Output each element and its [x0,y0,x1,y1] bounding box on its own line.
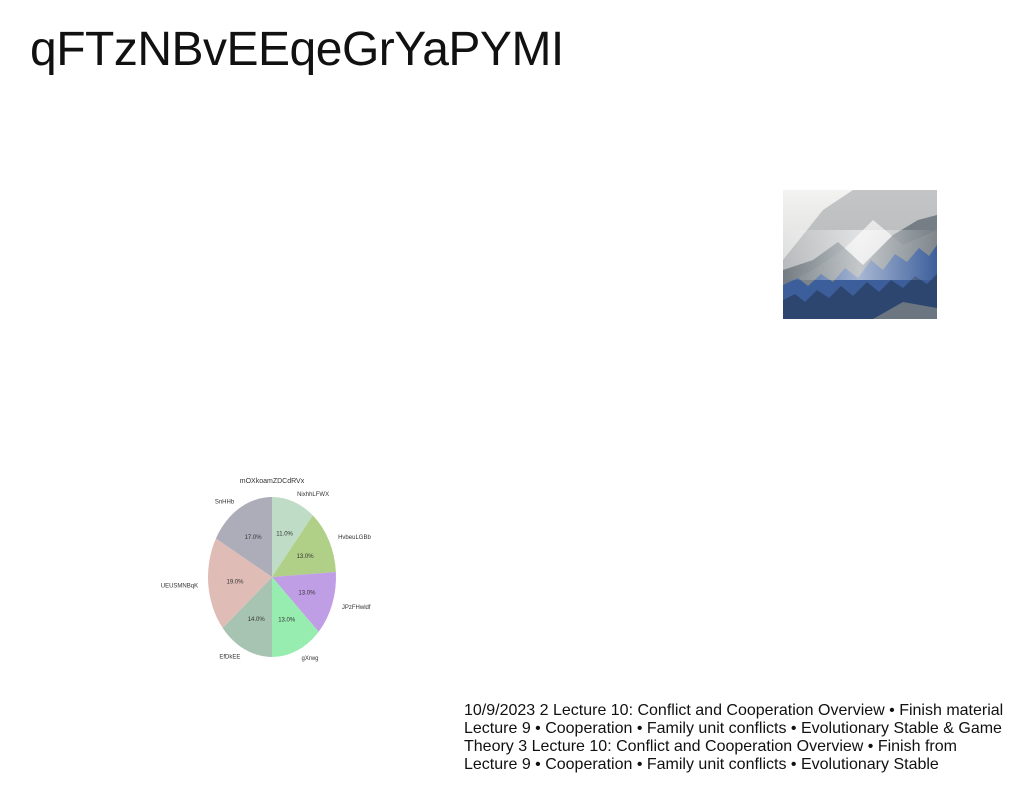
slide-body-text: 10/9/2023 2 Lecture 10: Conflict and Coo… [464,702,1004,773]
pie-category-label: UEUSMNBqK [161,583,198,589]
pie-value-label: 17.0% [245,535,263,541]
pie-value-label: 13.0% [278,618,296,624]
pie-category-label: EfDkEE [219,655,240,661]
pie-category-label: gXrwg [302,656,319,662]
photo-mist [783,230,937,280]
pie-category-label: JPzFHwldf [342,605,371,611]
pie-chart-svg: mOXkoamZDCdRVx 11.0% NixhhLFWX 13.0% HvbeuL… [161,478,372,662]
pie-value-label: 19.0% [226,579,244,585]
pie-chart: mOXkoamZDCdRVx 11.0% NixhhLFWX 13.0% HvbeuL… [160,472,380,668]
slide-title: qFTzNBvEEqeGrYaPYMI [30,23,564,76]
pie-value-label: 13.0% [297,554,315,560]
mountain-forest-photo [783,190,937,319]
pie-value-label: 11.0% [276,531,293,537]
photo-drawing [783,190,937,319]
chart-title: mOXkoamZDCdRVx [240,478,305,485]
pie-value-label: 14.0% [248,617,266,623]
pie-category-label: SnHHb [215,499,235,505]
pie-category-label: NixhhLFWX [297,492,329,498]
pie-value-label: 13.0% [298,591,316,597]
pie-category-label: HvbeuLGBb [338,535,371,541]
